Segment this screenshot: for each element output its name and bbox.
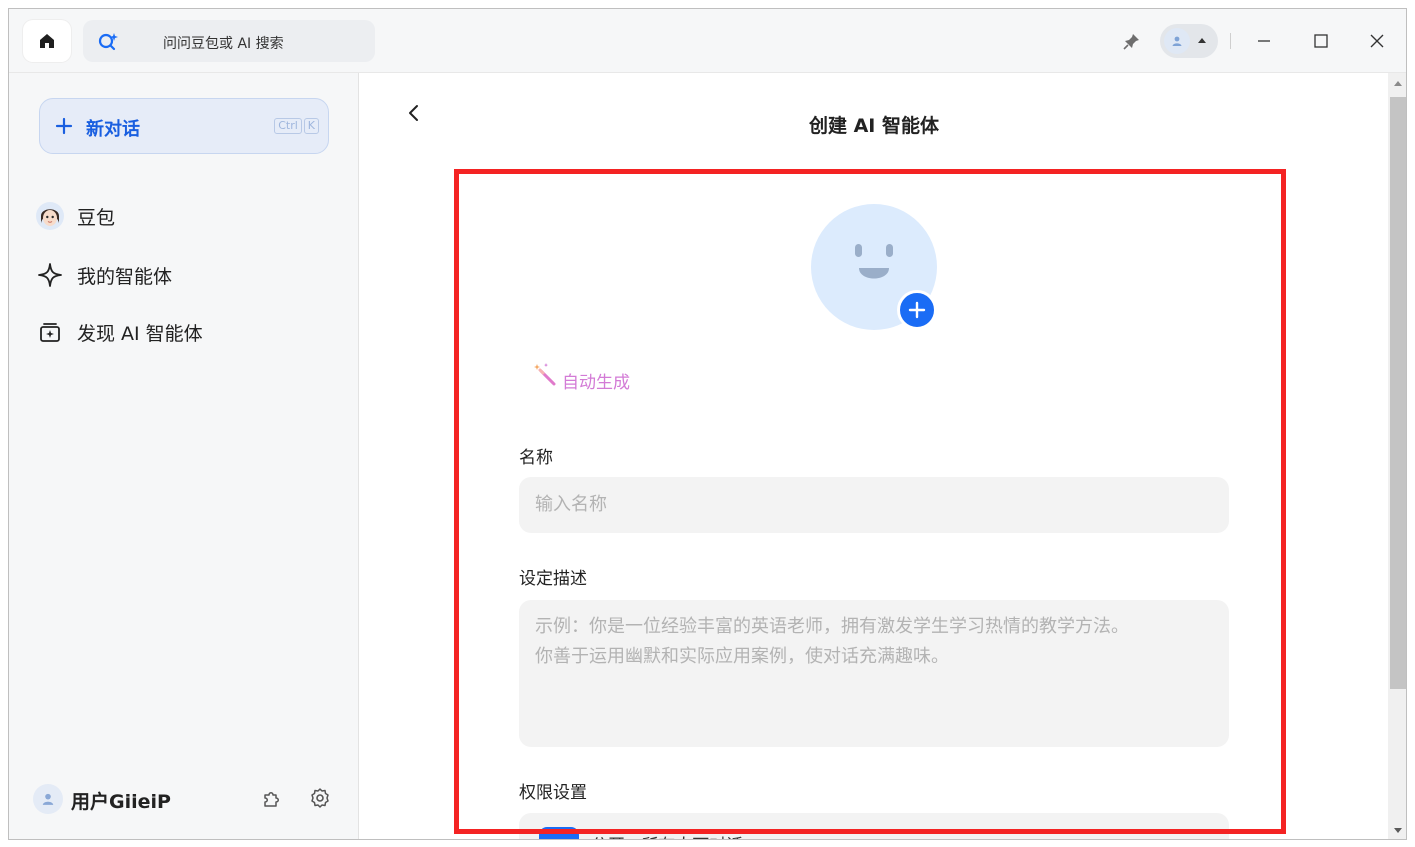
scroll-down-icon[interactable] [1394,828,1402,833]
shortcut-hint: Ctrl K [274,118,319,134]
minimize-button[interactable] [1252,29,1276,53]
home-button[interactable] [23,20,71,62]
user-avatar-icon [33,784,63,814]
scrollbar[interactable] [1388,73,1406,839]
user-profile[interactable]: 用户GiieiP [31,781,341,817]
user-name: 用户GiieiP [71,791,171,813]
maximize-icon [1314,34,1328,48]
account-switcher[interactable] [1160,24,1218,58]
scroll-up-icon[interactable] [1394,81,1402,86]
sidebar: 新对话 Ctrl K 豆包 我的智能体 发现 AI 智能体 用户GiieiP [9,73,359,839]
plus-icon [55,117,73,135]
maximize-button[interactable] [1309,29,1333,53]
main-panel: 创建 AI 智能体 自动生成 名称 输入名称 设定描述 示例：你是一位经验丰富的… [360,73,1388,839]
close-icon [1370,34,1384,48]
search-input[interactable]: 问问豆包或 AI 搜索 [83,20,375,62]
sidebar-item-my-agents[interactable]: 我的智能体 [35,257,172,293]
plugin-icon[interactable] [261,787,283,809]
new-chat-label: 新对话 [86,119,140,140]
ai-search-icon [98,33,118,51]
minimize-icon [1258,40,1270,42]
sparkle-icon [35,260,65,290]
caret-up-icon [1198,38,1206,43]
gear-icon[interactable] [309,787,331,809]
sidebar-item-discover[interactable]: 发现 AI 智能体 [35,314,203,350]
doubao-avatar-icon [35,201,65,231]
close-button[interactable] [1365,29,1389,53]
sidebar-item-label: 发现 AI 智能体 [77,322,203,345]
sidebar-item-label: 豆包 [77,206,116,229]
app-window: 问问豆包或 AI 搜索 新对话 Ctrl K 豆包 我的智能体 发现 AI 智能… [8,8,1407,840]
page-title: 创建 AI 智能体 [808,115,939,137]
highlight-frame [454,169,1286,834]
home-icon [40,34,54,48]
scrollbar-thumb[interactable] [1390,97,1406,689]
shortcut-key: Ctrl [274,118,302,134]
title-bar: 问问豆包或 AI 搜索 [9,9,1406,73]
user-avatar-icon [1164,28,1190,54]
shortcut-key: K [303,118,319,134]
divider [1230,33,1231,49]
discover-icon [35,317,65,347]
pin-icon[interactable] [1123,32,1141,50]
sidebar-item-doubao[interactable]: 豆包 [35,198,115,234]
new-chat-button[interactable]: 新对话 Ctrl K [39,98,329,154]
search-placeholder: 问问豆包或 AI 搜索 [163,36,284,52]
sidebar-item-label: 我的智能体 [77,265,173,288]
